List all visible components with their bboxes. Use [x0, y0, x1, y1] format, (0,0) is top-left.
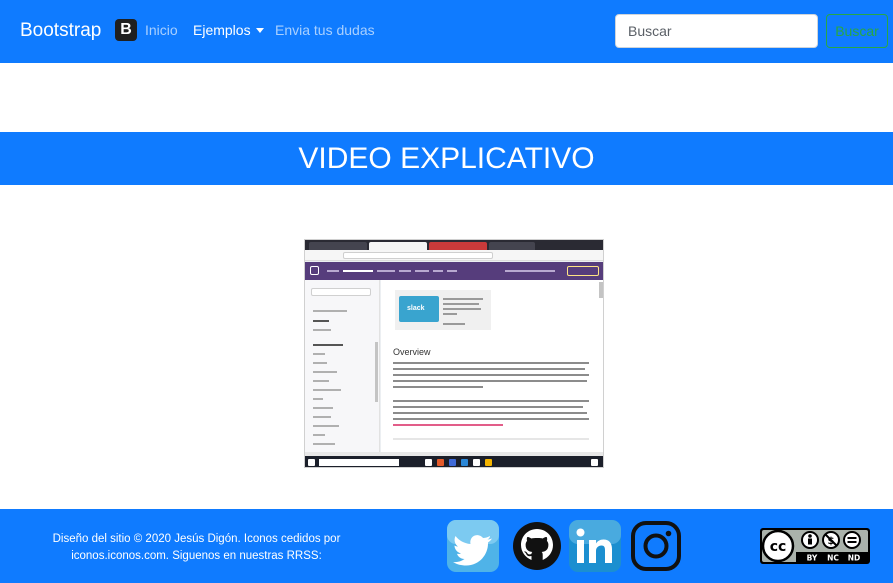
search-button[interactable]: Buscar	[826, 14, 888, 48]
video-text-line	[393, 374, 589, 376]
video-sidebar-line	[313, 380, 329, 382]
video-sidebar-line	[313, 434, 325, 436]
video-taskbar-search	[319, 459, 399, 466]
cc-label: cc	[770, 539, 787, 555]
video-nav-line	[415, 270, 429, 272]
footer-credit: Diseño del sitio © 2020 Jesús Digón. Ico…	[24, 531, 369, 565]
video-docs-navbar	[305, 262, 603, 280]
video-ad-line	[443, 323, 465, 325]
video-urlbar	[305, 250, 603, 261]
video-sidebar-scrollbar	[375, 342, 378, 402]
video-sidebar-line	[313, 329, 331, 331]
video-sidebar	[305, 280, 380, 455]
video-sidebar-line	[313, 407, 333, 409]
video-nav-line	[377, 270, 395, 272]
video-taskbar-icon	[485, 459, 492, 466]
video-text-line	[393, 412, 587, 414]
video-tab	[369, 242, 427, 250]
video-taskbar-icon	[461, 459, 468, 466]
video-taskbar-icon	[591, 459, 598, 466]
video-text-line	[393, 386, 483, 388]
footer-credit-line: Diseño del sitio © 2020 Jesús Digón. Ico…	[52, 533, 341, 545]
video-taskbar-icon	[473, 459, 480, 466]
video-text-line	[393, 362, 589, 364]
video-nav-line	[399, 270, 411, 272]
twitter-icon[interactable]	[446, 519, 500, 573]
video-sidebar-line	[313, 443, 335, 445]
video-ad-line	[443, 298, 483, 300]
nav-dropdown-ejemplos[interactable]: Ejemplos	[193, 22, 264, 38]
video-bs-logo-icon	[310, 266, 319, 275]
video-sidebar-line	[313, 362, 327, 364]
video-text-line	[393, 438, 589, 440]
instagram-icon[interactable]	[629, 519, 683, 573]
video-text-line	[393, 418, 589, 420]
video-sidebar-line	[313, 371, 337, 373]
video-nav-line	[433, 270, 443, 272]
license-term: NC	[827, 554, 839, 563]
video-taskbar-icon	[425, 459, 432, 466]
video-taskbar	[305, 456, 603, 467]
title-banner: VIDEO EXPLICATIVO	[0, 132, 893, 185]
video-sidebar-line	[313, 389, 341, 391]
video-slack-logo: slack	[399, 296, 439, 322]
video-ad-box: slack	[395, 290, 491, 330]
video-tab	[309, 242, 367, 250]
video-urlbox	[343, 252, 493, 259]
page-title: VIDEO EXPLICATIVO	[298, 142, 595, 175]
video-text-line	[393, 368, 585, 370]
video-taskbar-icon	[437, 459, 444, 466]
navbar-brand[interactable]: Bootstrap	[20, 20, 101, 42]
video-text-line	[393, 406, 583, 408]
caret-down-icon	[255, 28, 264, 33]
video-sidebar-line	[313, 398, 323, 400]
video-text-line	[393, 380, 587, 382]
video-docs-content: slack Overview	[381, 280, 603, 455]
video-sidebar-line	[313, 425, 339, 427]
nav-link-inicio[interactable]: Inicio	[145, 22, 178, 38]
search-input[interactable]	[615, 14, 818, 48]
video-browser-tabbar	[305, 240, 603, 250]
video-ad-line	[443, 303, 479, 305]
video-tab	[489, 242, 535, 250]
video-sidebar-line	[313, 344, 343, 346]
video-tab	[429, 242, 487, 250]
video-sidebar-line	[313, 320, 329, 322]
nav-dropdown-label: Ejemplos	[193, 22, 251, 38]
license-term: BY	[807, 554, 818, 563]
video-sidebar-search	[311, 288, 371, 296]
bootstrap-logo-icon[interactable]: B	[115, 19, 137, 41]
video-main-scrollbar	[599, 282, 603, 298]
nav-link-dudas[interactable]: Envia tus dudas	[275, 22, 375, 38]
video-nav-line	[343, 270, 373, 272]
navbar: Bootstrap B Inicio Ejemplos Envia tus du…	[0, 0, 893, 63]
license-term: ND	[848, 554, 861, 563]
video-taskbar-icon	[449, 459, 456, 466]
footer: Diseño del sitio © 2020 Jesús Digón. Ico…	[0, 509, 893, 583]
video-text-line	[393, 400, 589, 402]
footer-credit-line: iconos.iconos.com. Siguenos en nuestras …	[71, 550, 322, 562]
video-slack-text: slack	[407, 305, 425, 312]
github-icon[interactable]	[510, 519, 564, 573]
video-windows-icon	[308, 459, 315, 466]
video-overview-heading: Overview	[393, 347, 431, 357]
cc-license-badge[interactable]: cc $ BY NC ND	[760, 528, 870, 564]
linkedin-icon[interactable]	[568, 519, 622, 573]
video-sidebar-line	[313, 416, 331, 418]
video-sidebar-line	[313, 353, 325, 355]
video-player[interactable]: slack Overview	[304, 239, 604, 468]
video-nav-line	[447, 270, 457, 272]
video-text-line	[393, 424, 503, 426]
video-nav-line	[505, 270, 555, 272]
video-ad-line	[443, 313, 457, 315]
video-nav-line	[327, 270, 339, 272]
video-ad-line	[443, 308, 481, 310]
video-download-button	[567, 266, 599, 276]
video-sidebar-line	[313, 310, 347, 312]
